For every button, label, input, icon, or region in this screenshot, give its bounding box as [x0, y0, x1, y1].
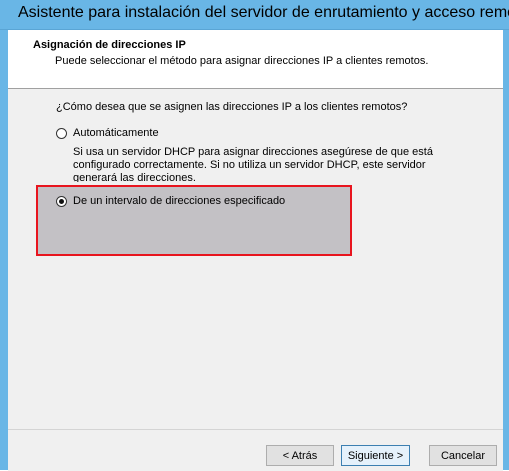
wizard-content: ¿Cómo desea que se asignen las direccion…	[8, 89, 503, 429]
question-label: ¿Cómo desea que se asignen las direccion…	[56, 101, 408, 113]
back-button[interactable]: < Atrás	[266, 445, 334, 466]
radio-label-automatic: Automáticamente	[73, 127, 159, 139]
wizard-footer: < Atrás Siguiente > Cancelar	[8, 429, 503, 471]
window-title: Asistente para instalación del servidor …	[18, 4, 509, 21]
radio-option-automatic[interactable]: Automáticamente	[56, 127, 159, 139]
window-frame-left	[0, 30, 8, 470]
page-title: Asignación de direcciones IP	[33, 39, 186, 51]
page-subtitle: Puede seleccionar el método para asignar…	[55, 55, 429, 67]
window-frame-right	[503, 30, 509, 470]
radio-option-range[interactable]: De un intervalo de direcciones especific…	[56, 195, 285, 207]
wizard-header: Asignación de direcciones IP Puede selec…	[8, 30, 503, 89]
window-titlebar[interactable]: Asistente para instalación del servidor …	[0, 0, 509, 30]
radio-button-automatic[interactable]	[56, 127, 67, 139]
radio-label-range: De un intervalo de direcciones especific…	[73, 195, 286, 207]
cancel-button[interactable]: Cancelar	[429, 445, 497, 466]
next-button[interactable]: Siguiente >	[341, 445, 410, 466]
automatic-description: Si usa un servidor DHCP para asignar dir…	[73, 146, 433, 182]
radio-button-range[interactable]	[56, 195, 67, 207]
